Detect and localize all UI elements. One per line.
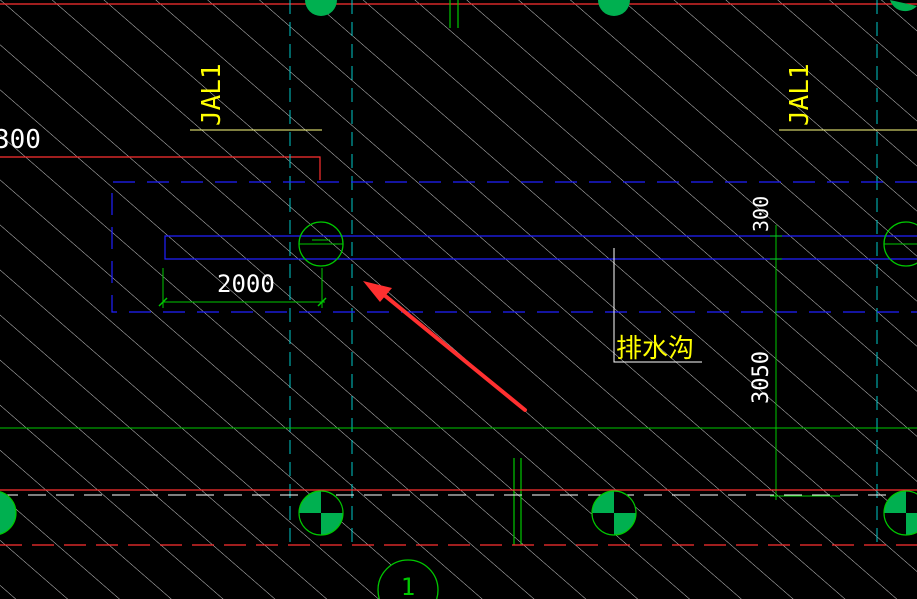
axis-bubble-label: 1 xyxy=(401,573,415,599)
cad-drawing-canvas[interactable]: 1 JAL1 JAL1 300 2000 300 3050 排水沟 xyxy=(0,0,917,599)
dim-label-left-partial: 300 xyxy=(0,125,41,155)
beam-label-right[interactable]: JAL1 xyxy=(785,63,815,126)
dim-label-300-vertical: 300 xyxy=(749,196,773,232)
trench-label[interactable]: 排水沟 xyxy=(616,334,694,364)
beam-label-left[interactable]: JAL1 xyxy=(197,63,227,126)
column-symbol-3[interactable] xyxy=(591,490,637,536)
dim-label-3050: 3050 xyxy=(749,351,774,404)
column-symbol-2[interactable] xyxy=(298,490,344,536)
dim-label-2000: 2000 xyxy=(217,270,275,298)
hatch-pattern xyxy=(0,0,917,599)
